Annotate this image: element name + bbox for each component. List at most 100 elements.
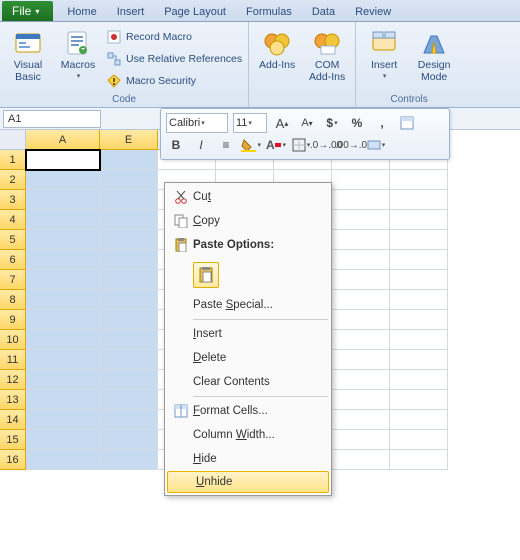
cell[interactable]	[390, 330, 448, 350]
increase-font-button[interactable]: A▴	[272, 113, 292, 133]
cell[interactable]	[26, 270, 100, 290]
menu-paste-option-default[interactable]	[165, 257, 331, 293]
select-all-corner[interactable]	[0, 130, 26, 150]
cell[interactable]	[100, 370, 158, 390]
font-color-button[interactable]: A▾	[266, 135, 286, 155]
cell[interactable]	[332, 310, 390, 330]
cell[interactable]	[332, 410, 390, 430]
com-addins-button[interactable]: COM Add-Ins	[305, 25, 349, 83]
format-cells-icon-button[interactable]	[397, 113, 417, 133]
menu-delete[interactable]: Delete	[165, 346, 331, 370]
tab-data[interactable]: Data	[302, 3, 345, 21]
cell[interactable]	[26, 310, 100, 330]
cell[interactable]	[26, 410, 100, 430]
cell[interactable]	[26, 150, 100, 170]
record-macro-button[interactable]: Record Macro	[106, 27, 242, 47]
file-tab[interactable]: File ▾	[2, 1, 53, 21]
align-center-button[interactable]: ≡	[216, 135, 236, 155]
row-header-10[interactable]: 10	[0, 330, 26, 350]
cell[interactable]	[100, 450, 158, 470]
row-header-14[interactable]: 14	[0, 410, 26, 430]
cell[interactable]	[390, 190, 448, 210]
cell[interactable]	[390, 390, 448, 410]
fill-color-button[interactable]: ▾	[241, 135, 261, 155]
cell[interactable]	[100, 290, 158, 310]
cell[interactable]	[390, 310, 448, 330]
font-size-select[interactable]: 11▾	[233, 113, 267, 133]
increase-decimal-button[interactable]: .0→.00	[316, 135, 336, 155]
cell[interactable]	[100, 210, 158, 230]
insert-control-button[interactable]: Insert ▾	[362, 25, 406, 80]
tab-page-layout[interactable]: Page Layout	[154, 3, 236, 21]
cell[interactable]	[26, 190, 100, 210]
menu-unhide[interactable]: Unhide	[167, 471, 329, 493]
cell[interactable]	[26, 250, 100, 270]
cell[interactable]	[100, 250, 158, 270]
menu-format-cells[interactable]: Format Cells...	[165, 399, 331, 423]
cell[interactable]	[390, 250, 448, 270]
row-header-6[interactable]: 6	[0, 250, 26, 270]
percent-format-button[interactable]: %	[347, 113, 367, 133]
cell[interactable]	[390, 290, 448, 310]
row-header-1[interactable]: 1	[0, 150, 26, 170]
cell[interactable]	[332, 230, 390, 250]
cell[interactable]	[100, 430, 158, 450]
cell[interactable]	[390, 430, 448, 450]
row-header-2[interactable]: 2	[0, 170, 26, 190]
bold-button[interactable]: B	[166, 135, 186, 155]
cell[interactable]	[26, 290, 100, 310]
row-header-11[interactable]: 11	[0, 350, 26, 370]
menu-cut[interactable]: Cut	[165, 185, 331, 209]
tab-insert[interactable]: Insert	[107, 3, 155, 21]
cell[interactable]	[26, 430, 100, 450]
row-header-9[interactable]: 9	[0, 310, 26, 330]
menu-copy[interactable]: Copy	[165, 209, 331, 233]
cell[interactable]	[390, 230, 448, 250]
row-header-3[interactable]: 3	[0, 190, 26, 210]
cell[interactable]	[332, 370, 390, 390]
cell[interactable]	[390, 270, 448, 290]
row-header-15[interactable]: 15	[0, 430, 26, 450]
cell[interactable]	[390, 170, 448, 190]
cell[interactable]	[100, 330, 158, 350]
tab-formulas[interactable]: Formulas	[236, 3, 302, 21]
row-header-7[interactable]: 7	[0, 270, 26, 290]
macro-security-button[interactable]: Macro Security	[106, 71, 242, 91]
cell[interactable]	[390, 210, 448, 230]
decrease-font-button[interactable]: A▾	[297, 113, 317, 133]
column-header-A[interactable]: A	[26, 130, 100, 150]
cell[interactable]	[100, 390, 158, 410]
name-box[interactable]: A1	[3, 110, 101, 128]
cell[interactable]	[390, 370, 448, 390]
cell[interactable]	[332, 170, 390, 190]
cell[interactable]	[332, 250, 390, 270]
cell[interactable]	[26, 370, 100, 390]
macros-button[interactable]: Macros ▾	[56, 25, 100, 80]
menu-clear-contents[interactable]: Clear Contents	[165, 370, 331, 394]
addins-button[interactable]: Add-Ins	[255, 25, 299, 72]
menu-column-width[interactable]: Column Width...	[165, 423, 331, 447]
column-header-E[interactable]: E	[100, 130, 158, 150]
cell[interactable]	[26, 330, 100, 350]
menu-paste-special[interactable]: Paste Special...	[165, 293, 331, 317]
cell[interactable]	[26, 230, 100, 250]
cell[interactable]	[26, 350, 100, 370]
cell[interactable]	[100, 410, 158, 430]
cell[interactable]	[332, 190, 390, 210]
tab-review[interactable]: Review	[345, 3, 401, 21]
cell[interactable]	[100, 150, 158, 170]
cell[interactable]	[390, 410, 448, 430]
cell[interactable]	[390, 350, 448, 370]
tab-home[interactable]: Home	[57, 3, 106, 21]
cell[interactable]	[100, 270, 158, 290]
cell[interactable]	[332, 390, 390, 410]
comma-format-button[interactable]: ,	[372, 113, 392, 133]
cell[interactable]	[100, 190, 158, 210]
cell[interactable]	[332, 330, 390, 350]
decrease-decimal-button[interactable]: .00→.0	[341, 135, 361, 155]
italic-button[interactable]: I	[191, 135, 211, 155]
cell[interactable]	[100, 170, 158, 190]
cell[interactable]	[100, 230, 158, 250]
cell[interactable]	[26, 450, 100, 470]
cell[interactable]	[26, 210, 100, 230]
